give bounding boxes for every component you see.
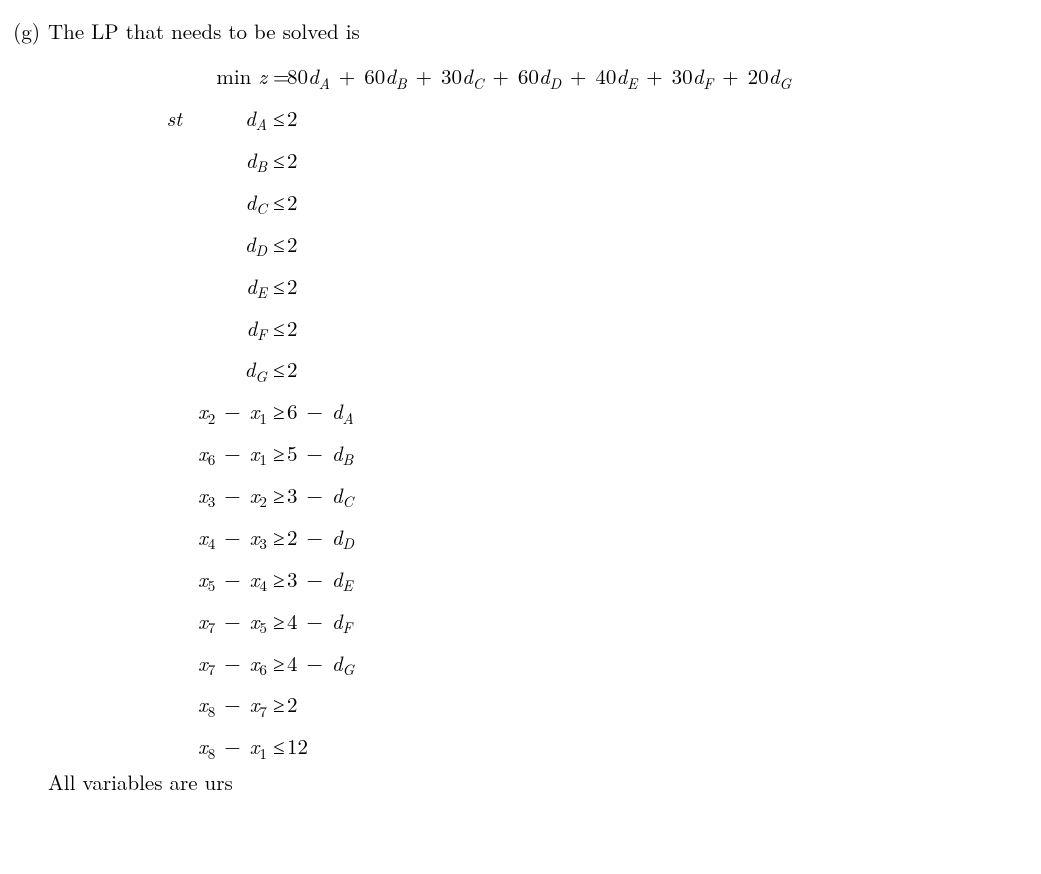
dbound-lhs: dA	[198, 105, 267, 135]
xcon-lhs: x3 − x2	[198, 482, 267, 512]
simplecon-rel: ≥	[267, 691, 287, 721]
dbound-rel: ≤	[267, 273, 287, 303]
xcon-lhs: x5 − x4	[198, 566, 267, 596]
problem-item: (g) The LP that needs to be solved is mi…	[0, 18, 1031, 796]
dbound-lhs: dD	[198, 231, 267, 261]
st-label: st	[48, 105, 198, 135]
xcon-rhs: 2 − dD	[287, 524, 1031, 554]
dbound-lhs: dB	[198, 147, 267, 177]
empty	[48, 608, 198, 638]
xcon-rhs: 4 − dF	[287, 608, 1031, 638]
xcon-lhs: x6 − x1	[198, 440, 267, 470]
empty	[48, 440, 198, 470]
intro-text: The LP that needs to be solved is	[48, 18, 1031, 45]
lp-formulation: min z=80dA + 60dB + 30dC + 60dD + 40dE +…	[48, 63, 1031, 763]
dbound-lhs: dG	[198, 356, 267, 386]
dbound-rel: ≤	[267, 105, 287, 135]
dbound-rel: ≤	[267, 356, 287, 386]
empty	[48, 273, 198, 303]
dbound-rel: ≤	[267, 189, 287, 219]
simplecon-rhs: 2	[287, 691, 1031, 721]
simplecon-rhs: 12	[287, 733, 1031, 763]
dbound-rel: ≤	[267, 147, 287, 177]
dbound-rhs: 2	[287, 356, 1031, 386]
empty	[48, 691, 198, 721]
empty	[48, 566, 198, 596]
objective-rhs: 80dA + 60dB + 30dC + 60dD + 40dE + 30dF …	[287, 63, 1031, 93]
xcon-rel: ≥	[267, 440, 287, 470]
xcon-lhs: x4 − x3	[198, 524, 267, 554]
objective-rel: =	[267, 63, 287, 93]
empty	[48, 315, 198, 345]
xcon-rel: ≥	[267, 482, 287, 512]
simplecon-lhs: x8 − x1	[198, 733, 267, 763]
dbound-lhs: dC	[198, 189, 267, 219]
empty	[48, 147, 198, 177]
xcon-rhs: 3 − dC	[287, 482, 1031, 512]
simplecon-lhs: x8 − x7	[198, 691, 267, 721]
xcon-rhs: 3 − dE	[287, 566, 1031, 596]
empty	[48, 398, 198, 428]
xcon-rel: ≥	[267, 608, 287, 638]
empty	[48, 356, 198, 386]
closing-text: All variables are urs	[48, 769, 1031, 796]
dbound-rhs: 2	[287, 189, 1031, 219]
empty	[48, 733, 198, 763]
empty	[48, 524, 198, 554]
xcon-rel: ≥	[267, 398, 287, 428]
item-label: (g)	[0, 18, 48, 796]
item-content: The LP that needs to be solved is min z=…	[48, 18, 1031, 796]
dbound-rel: ≤	[267, 231, 287, 261]
empty	[48, 650, 198, 680]
dbound-rhs: 2	[287, 105, 1031, 135]
xcon-lhs: x7 − x6	[198, 650, 267, 680]
dbound-rhs: 2	[287, 147, 1031, 177]
xcon-rel: ≥	[267, 524, 287, 554]
empty	[48, 231, 198, 261]
empty	[48, 482, 198, 512]
simplecon-rel: ≤	[267, 733, 287, 763]
dbound-rhs: 2	[287, 231, 1031, 261]
xcon-rhs: 5 − dB	[287, 440, 1031, 470]
xcon-rhs: 4 − dG	[287, 650, 1031, 680]
xcon-rel: ≥	[267, 650, 287, 680]
xcon-rel: ≥	[267, 566, 287, 596]
dbound-lhs: dF	[198, 315, 267, 345]
objective-lhs: min z	[198, 63, 267, 93]
empty	[48, 63, 198, 93]
xcon-rhs: 6 − dA	[287, 398, 1031, 428]
xcon-lhs: x2 − x1	[198, 398, 267, 428]
dbound-rhs: 2	[287, 273, 1031, 303]
dbound-rel: ≤	[267, 315, 287, 345]
empty	[48, 189, 198, 219]
dbound-rhs: 2	[287, 315, 1031, 345]
dbound-lhs: dE	[198, 273, 267, 303]
xcon-lhs: x7 − x5	[198, 608, 267, 638]
